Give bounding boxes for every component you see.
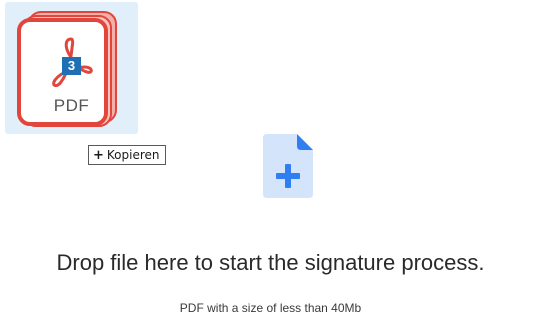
copy-tooltip: + Kopieren <box>88 145 166 165</box>
signature-dropzone[interactable]: 3 PDF + Kopieren Drop file here to start … <box>0 0 541 319</box>
dragged-file-ghost: 3 PDF <box>5 2 138 134</box>
copy-tooltip-label: Kopieren <box>106 148 160 162</box>
file-type-label: PDF <box>53 96 90 115</box>
file-add-icon <box>263 134 313 198</box>
file-count-badge: 3 <box>62 57 81 75</box>
dropzone-headline: Drop file here to start the signature pr… <box>56 250 485 275</box>
plus-icon: + <box>93 148 104 163</box>
dropzone-size-hint: PDF with a size of less than 40Mb <box>179 301 362 315</box>
